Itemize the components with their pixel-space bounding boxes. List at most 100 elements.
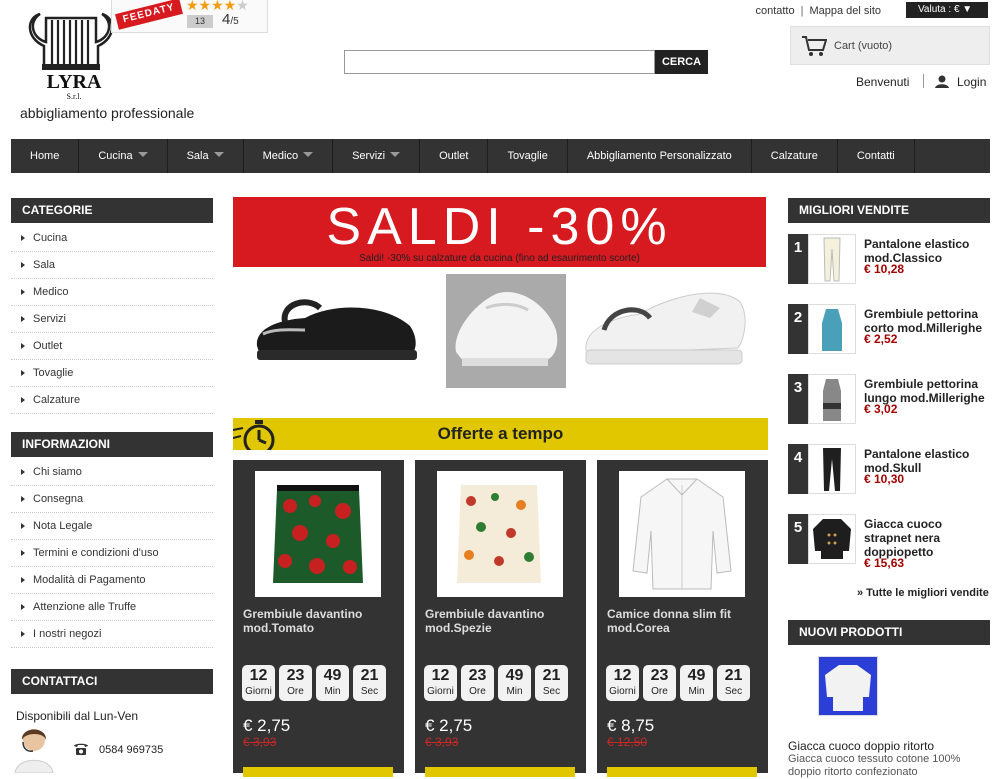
info-item[interactable]: Attenzione alle Truffe: [11, 594, 213, 621]
nav-cucina[interactable]: Cucina: [79, 139, 168, 173]
countdown-value: 23: [468, 667, 487, 684]
countdown-days: 12 Giorni: [606, 665, 639, 701]
telephone-icon: [73, 742, 89, 759]
best-seller-item[interactable]: 2 Grembiule pettorina corto mod.Millerig…: [788, 304, 990, 354]
offer-product-name[interactable]: Camice donna slim fit mod.Corea: [607, 607, 757, 635]
offer-card[interactable]: Camice donna slim fit mod.Corea 12 Giorni…: [597, 460, 768, 777]
info-item[interactable]: Termini e condizioni d'uso: [11, 540, 213, 567]
info-item[interactable]: Consegna: [11, 486, 213, 513]
product-image-spice-apron[interactable]: [437, 471, 563, 597]
nav-label: Medico: [262, 150, 299, 162]
countdown-unit: Giorni: [245, 686, 272, 697]
product-thumbnail[interactable]: [808, 514, 856, 564]
search-button[interactable]: CERCA: [655, 50, 708, 74]
offer-product-name[interactable]: Grembiule davantino mod.Tomato: [243, 607, 393, 635]
countdown-value: 21: [542, 667, 561, 684]
nav-label: Servizi: [352, 150, 386, 162]
user-icon: [935, 75, 949, 91]
product-thumbnail[interactable]: [808, 304, 856, 354]
sitemap-link[interactable]: Mappa del sito: [809, 5, 881, 17]
category-item[interactable]: Outlet: [11, 333, 213, 360]
offer-old-price: € 3,93: [243, 735, 277, 749]
new-products-heading: NUOVI PRODOTTI: [788, 620, 990, 645]
nav-home[interactable]: Home: [11, 139, 80, 173]
info-item[interactable]: Modalità di Pagamento: [11, 567, 213, 594]
nav-medico[interactable]: Medico: [244, 139, 334, 173]
info-item[interactable]: Chi siamo: [11, 459, 213, 486]
welcome-text: Benvenuti: [856, 75, 910, 89]
countdown-value: 12: [431, 667, 450, 684]
product-name[interactable]: Giacca cuoco strapnet nera doppiopetto: [864, 517, 992, 559]
category-item[interactable]: Calzature: [11, 387, 213, 414]
product-thumbnail[interactable]: [808, 444, 856, 494]
login-link[interactable]: Login: [935, 75, 986, 91]
offer-card[interactable]: Grembiule davantino mod.Spezie 12 Giorni …: [415, 460, 586, 777]
brand-suffix: S.r.l.: [67, 92, 82, 101]
add-to-cart-button[interactable]: [607, 767, 757, 777]
offer-product-name[interactable]: Grembiule davantino mod.Spezie: [425, 607, 575, 635]
category-item[interactable]: Tovaglie: [11, 360, 213, 387]
product-thumbnail[interactable]: [808, 234, 856, 284]
rank: 2: [788, 304, 808, 354]
nav-label: Contatti: [856, 150, 895, 162]
nav-contatti[interactable]: Contatti: [838, 139, 915, 173]
category-item[interactable]: Sala: [11, 252, 213, 279]
product-name[interactable]: Pantalone elastico mod.Classico: [864, 237, 992, 265]
countdown-timer: 12 Giorni 23 Ore 49 Min 21 Sec: [424, 665, 568, 701]
offer-card[interactable]: Grembiule davantino mod.Tomato 12 Giorni …: [233, 460, 404, 777]
best-seller-item[interactable]: 3 Grembiule pettorina lungo mod.Millerig…: [788, 374, 990, 424]
countdown-value: 23: [650, 667, 669, 684]
nav-label: Sala: [186, 150, 209, 162]
category-item[interactable]: Servizi: [11, 306, 213, 333]
nav-outlet[interactable]: Outlet: [420, 139, 489, 173]
contact-heading: CONTATTACI: [11, 669, 213, 694]
review-count: 13: [187, 15, 213, 28]
all-best-sellers-link[interactable]: » Tutte le migliori vendite: [857, 587, 989, 599]
feedaty-rating-badge[interactable]: FEEDATY ★★★★★ 13 4/5: [111, 0, 268, 33]
add-to-cart-button[interactable]: [243, 767, 393, 777]
search-input[interactable]: [344, 50, 655, 74]
product-image-tomato-apron[interactable]: [255, 471, 381, 597]
best-seller-item[interactable]: 5 Giacca cuoco strapnet nera doppiopetto…: [788, 514, 992, 570]
nav-label: Calzature: [770, 150, 818, 162]
nav-abbigliamento-personalizzato[interactable]: Abbigliamento Personalizzato: [568, 139, 752, 173]
nav-servizi[interactable]: Servizi: [333, 139, 421, 173]
countdown-mins: 49 Min: [680, 665, 713, 701]
phone-text: 0584 969735: [99, 744, 164, 756]
rank: 3: [788, 374, 808, 424]
rank: 1: [788, 234, 808, 284]
best-seller-item[interactable]: 1 Pantalone elastico mod.Classico € 10,2…: [788, 234, 990, 284]
sale-headline: SALDI -30%: [326, 198, 673, 256]
contact-link[interactable]: contatto: [755, 5, 794, 17]
category-item[interactable]: Cucina: [11, 225, 213, 252]
product-name[interactable]: Pantalone elastico mod.Skull: [864, 447, 992, 475]
product-price: € 3,02: [864, 402, 898, 416]
new-product-name[interactable]: Giacca cuoco doppio ritorto: [788, 739, 934, 753]
nav-sala[interactable]: Sala: [168, 139, 244, 173]
product-image-lab-coat[interactable]: [619, 471, 745, 597]
phone-number[interactable]: 0584 969735: [73, 742, 163, 759]
best-seller-item[interactable]: 4 Pantalone elastico mod.Skull € 10,30: [788, 444, 990, 494]
info-list: Chi siamo Consegna Nota Legale Termini e…: [11, 459, 213, 648]
info-item[interactable]: Nota Legale: [11, 513, 213, 540]
new-product-thumbnail[interactable]: [818, 656, 878, 716]
currency-selector[interactable]: Valuta : € ▼: [906, 2, 988, 18]
sale-banner[interactable]: SALDI -30% Saldi! -30% su calzature da c…: [233, 197, 766, 267]
info-item[interactable]: I nostri negozi: [11, 621, 213, 648]
product-name[interactable]: Grembiule pettorina corto mod.Millerighe: [864, 307, 992, 335]
nav-tovaglie[interactable]: Tovaglie: [488, 139, 568, 173]
product-price: € 10,28: [864, 262, 905, 276]
product-name[interactable]: Grembiule pettorina lungo mod.Millerighe: [864, 377, 992, 405]
product-thumbnail[interactable]: [808, 374, 856, 424]
top-links: contatto | Mappa del sito: [755, 5, 881, 17]
cart-label: Cart (vuoto): [834, 40, 893, 52]
countdown-hours: 23 Ore: [279, 665, 312, 701]
nav-label: Home: [30, 150, 60, 162]
add-to-cart-button[interactable]: [425, 767, 575, 777]
black-clog-image: [245, 290, 420, 373]
chevron-down-icon: [213, 152, 224, 157]
cart-block[interactable]: Cart (vuoto): [790, 26, 990, 65]
category-item[interactable]: Medico: [11, 279, 213, 306]
nav-calzature[interactable]: Calzature: [752, 139, 838, 173]
countdown-value: 21: [360, 667, 379, 684]
